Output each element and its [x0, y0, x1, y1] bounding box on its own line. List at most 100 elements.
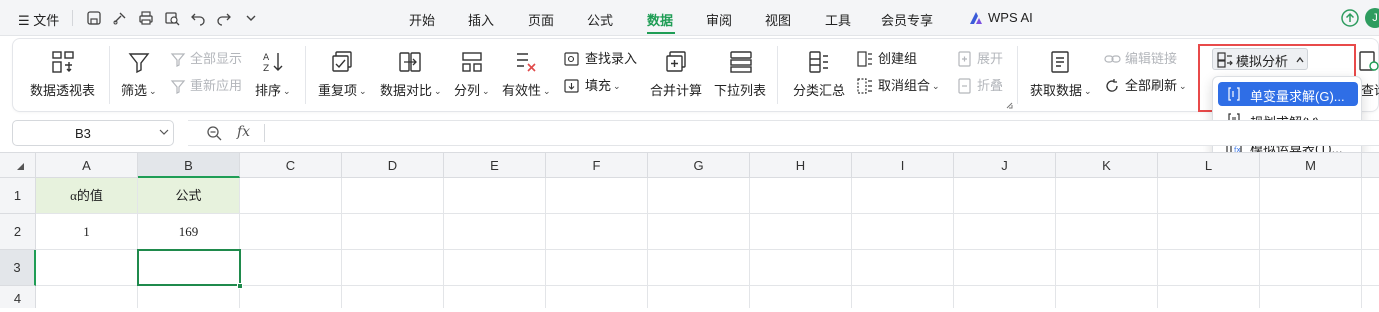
column-header-f[interactable]: F: [546, 153, 648, 178]
get-data-icon: [1051, 51, 1069, 73]
print-preview-icon[interactable]: [164, 10, 180, 26]
subtotal-icon: [809, 51, 828, 73]
formula-separator: [264, 124, 265, 142]
cloud-sync-icon[interactable]: [1341, 9, 1359, 27]
chevron-down-icon: [159, 129, 169, 135]
link-icon: [1104, 55, 1121, 63]
collapse-button[interactable]: 折叠: [957, 77, 1003, 95]
tab-review[interactable]: 审阅: [706, 10, 732, 29]
selected-cell-b3[interactable]: [137, 249, 241, 286]
name-box[interactable]: B3: [12, 120, 174, 146]
ribbon-separator: [777, 46, 778, 104]
column-header-m[interactable]: M: [1260, 153, 1362, 178]
column-header-h[interactable]: H: [750, 153, 852, 178]
create-group-icon: [857, 51, 872, 67]
collapse-icon: [958, 78, 971, 94]
file-menu[interactable]: ☰ 文件: [18, 10, 59, 29]
tab-formula[interactable]: 公式: [587, 10, 613, 29]
svg-text:Z: Z: [263, 64, 269, 74]
format-painter-icon[interactable]: [112, 10, 128, 26]
column-header-j[interactable]: J: [954, 153, 1056, 178]
filter-button[interactable]: 筛选 ⌄: [118, 46, 160, 104]
query-icon: [1359, 51, 1379, 71]
query-label: 查询: [1361, 83, 1379, 98]
compare-label: 数据对比 ⌄: [380, 83, 442, 98]
column-header-k[interactable]: K: [1056, 153, 1158, 178]
dropdown-list-label: 下拉列表: [714, 83, 767, 98]
column-header-b[interactable]: B: [138, 153, 240, 178]
duplicates-button[interactable]: 重复项 ⌄: [316, 46, 368, 104]
pivot-table-button[interactable]: 数据透视表: [26, 46, 100, 104]
find-entry-icon: [564, 52, 579, 66]
compare-button[interactable]: 数据对比 ⌄: [378, 46, 444, 104]
formula-input[interactable]: [188, 120, 1379, 146]
edit-links-button[interactable]: 编辑链接: [1104, 50, 1177, 68]
tab-start[interactable]: 开始: [409, 10, 435, 29]
active-tab-indicator: [647, 32, 675, 34]
redo-icon[interactable]: [216, 10, 232, 26]
pivot-table-icon: [52, 51, 74, 73]
subtotal-label: 分类汇总: [793, 83, 846, 98]
duplicates-icon: [332, 51, 352, 72]
dropdown-list-button[interactable]: 下拉列表: [712, 46, 770, 104]
wps-ai-icon[interactable]: [968, 10, 984, 26]
validity-icon: [517, 53, 536, 72]
consolidate-button[interactable]: 合并计算: [646, 46, 706, 104]
filter-label: 筛选 ⌄: [121, 83, 157, 98]
undo-icon[interactable]: [190, 10, 206, 26]
zoom-icon[interactable]: [206, 125, 222, 141]
sort-button[interactable]: AZ 排序 ⌄: [252, 46, 296, 104]
fill-button[interactable]: 填充 ⌄: [564, 77, 621, 95]
print-icon[interactable]: [138, 10, 154, 26]
column-header-d[interactable]: D: [342, 153, 444, 178]
menu-separator: [72, 10, 73, 26]
get-data-label: 获取数据 ⌄: [1030, 83, 1092, 98]
dropdown-list-icon: [730, 51, 752, 73]
expand-icon: [958, 51, 971, 67]
column-header-l[interactable]: L: [1158, 153, 1260, 178]
consolidate-icon: [666, 51, 686, 72]
tab-member[interactable]: 会员专享: [881, 10, 933, 29]
refresh-all-button[interactable]: 全部刷新 ⌄: [1104, 77, 1187, 95]
validity-button[interactable]: 有效性 ⌄: [500, 46, 554, 104]
split-column-button[interactable]: 分列 ⌄: [452, 46, 494, 104]
group-settings-icon[interactable]: [1006, 102, 1013, 109]
fill-handle[interactable]: [237, 283, 243, 289]
create-group-button[interactable]: 创建组: [857, 50, 917, 68]
get-data-button[interactable]: 获取数据 ⌄: [1028, 46, 1094, 104]
tab-insert[interactable]: 插入: [468, 10, 494, 29]
fx-icon[interactable]: fx: [237, 124, 250, 140]
column-header-c[interactable]: C: [240, 153, 342, 178]
save-icon[interactable]: [86, 10, 102, 26]
expand-button[interactable]: 展开: [957, 50, 1003, 68]
tab-tools[interactable]: 工具: [825, 10, 851, 29]
tab-view[interactable]: 视图: [765, 10, 791, 29]
avatar[interactable]: J: [1365, 8, 1379, 28]
ungroup-icon: [857, 78, 872, 94]
what-if-label: 模拟分析: [1236, 54, 1289, 69]
tab-page[interactable]: 页面: [528, 10, 554, 29]
sort-icon: AZ: [263, 53, 283, 74]
subtotal-button[interactable]: 分类汇总: [790, 46, 848, 104]
row-header-1[interactable]: 1: [0, 178, 36, 214]
wps-ai-button[interactable]: WPS AI: [988, 10, 1033, 25]
reapply-button[interactable]: 重新应用: [170, 77, 242, 95]
row-header-3[interactable]: 3: [0, 250, 36, 286]
svg-text:A: A: [263, 53, 270, 63]
column-header-g[interactable]: G: [648, 153, 750, 178]
show-all-button[interactable]: 全部显示: [170, 50, 242, 68]
column-header-a[interactable]: A: [36, 153, 138, 178]
find-entry-button[interactable]: 查找录入: [564, 50, 637, 68]
column-header-e[interactable]: E: [444, 153, 546, 178]
row-header-4[interactable]: 4: [0, 286, 36, 308]
what-if-analysis-button[interactable]: 模拟分析: [1212, 48, 1308, 70]
column-header-i[interactable]: I: [852, 153, 954, 178]
ungroup-button[interactable]: 取消组合 ⌄: [857, 77, 940, 95]
tab-data[interactable]: 数据: [647, 10, 673, 29]
split-column-label: 分列 ⌄: [454, 83, 490, 98]
goal-seek-menu-item[interactable]: 单变量求解(G)...: [1218, 82, 1358, 106]
column-header-n[interactable]: [1362, 153, 1379, 178]
chevron-down-icon[interactable]: [243, 10, 259, 26]
row-header-2[interactable]: 2: [0, 214, 36, 250]
goal-seek-icon: [1228, 87, 1240, 101]
